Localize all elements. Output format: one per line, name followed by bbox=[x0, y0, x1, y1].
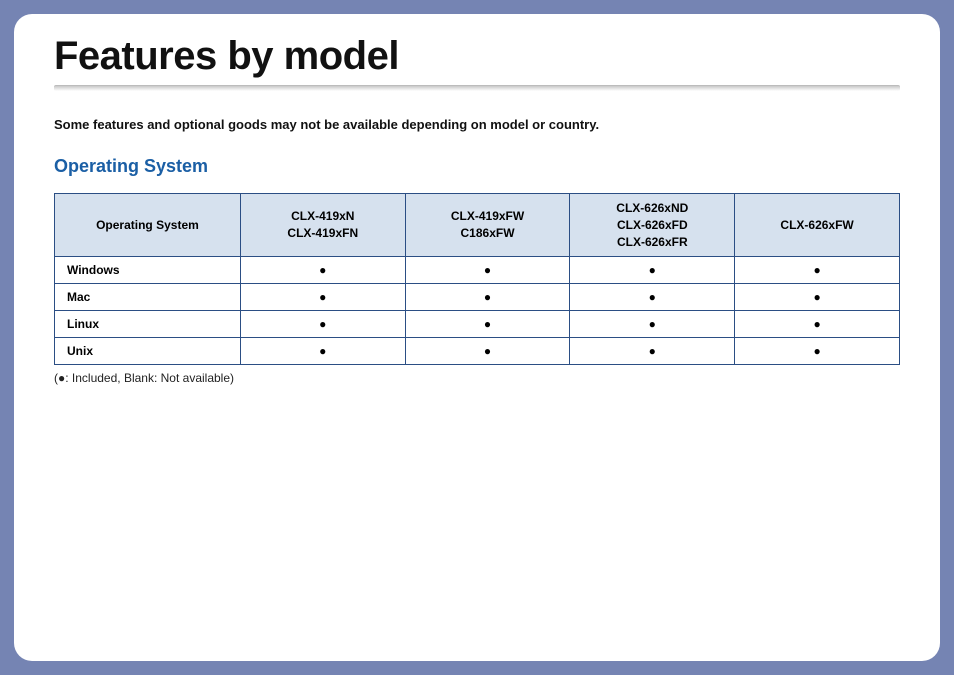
intro-text: Some features and optional goods may not… bbox=[54, 117, 900, 132]
table-header-first: Operating System bbox=[55, 194, 241, 257]
row-label: Windows bbox=[55, 257, 241, 284]
title-underline bbox=[54, 85, 900, 91]
col1-line2: CLX-419xFN bbox=[251, 225, 395, 242]
row-cell: ● bbox=[735, 257, 900, 284]
col2-line1: CLX-419xFW bbox=[416, 208, 560, 225]
table-row: Unix ● ● ● ● bbox=[55, 338, 900, 365]
col4-line1: CLX-626xFW bbox=[745, 217, 889, 234]
col2-line2: C186xFW bbox=[416, 225, 560, 242]
table-row: Windows ● ● ● ● bbox=[55, 257, 900, 284]
table-header-col-1: CLX-419xN CLX-419xFN bbox=[240, 194, 405, 257]
page-title: Features by model bbox=[54, 34, 900, 79]
row-cell: ● bbox=[735, 284, 900, 311]
table-legend: (●: Included, Blank: Not available) bbox=[54, 371, 900, 385]
row-cell: ● bbox=[240, 257, 405, 284]
row-cell: ● bbox=[405, 338, 570, 365]
col3-line2: CLX-626xFD bbox=[580, 217, 724, 234]
table-row: Linux ● ● ● ● bbox=[55, 311, 900, 338]
table-header-row: Operating System CLX-419xN CLX-419xFN CL… bbox=[55, 194, 900, 257]
row-cell: ● bbox=[405, 257, 570, 284]
row-cell: ● bbox=[405, 284, 570, 311]
table-header-col-4: CLX-626xFW bbox=[735, 194, 900, 257]
row-cell: ● bbox=[405, 311, 570, 338]
row-cell: ● bbox=[240, 284, 405, 311]
col3-line3: CLX-626xFR bbox=[580, 234, 724, 251]
col1-line1: CLX-419xN bbox=[251, 208, 395, 225]
row-label: Unix bbox=[55, 338, 241, 365]
row-cell: ● bbox=[240, 311, 405, 338]
row-cell: ● bbox=[735, 338, 900, 365]
row-cell: ● bbox=[240, 338, 405, 365]
row-cell: ● bbox=[570, 311, 735, 338]
row-cell: ● bbox=[570, 257, 735, 284]
section-heading: Operating System bbox=[54, 156, 900, 177]
document-page: Features by model Some features and opti… bbox=[14, 14, 940, 661]
table-header-col-2: CLX-419xFW C186xFW bbox=[405, 194, 570, 257]
row-label: Linux bbox=[55, 311, 241, 338]
row-label: Mac bbox=[55, 284, 241, 311]
feature-table: Operating System CLX-419xN CLX-419xFN CL… bbox=[54, 193, 900, 365]
row-cell: ● bbox=[570, 338, 735, 365]
col3-line1: CLX-626xND bbox=[580, 200, 724, 217]
row-cell: ● bbox=[735, 311, 900, 338]
row-cell: ● bbox=[570, 284, 735, 311]
table-header-col-3: CLX-626xND CLX-626xFD CLX-626xFR bbox=[570, 194, 735, 257]
table-row: Mac ● ● ● ● bbox=[55, 284, 900, 311]
